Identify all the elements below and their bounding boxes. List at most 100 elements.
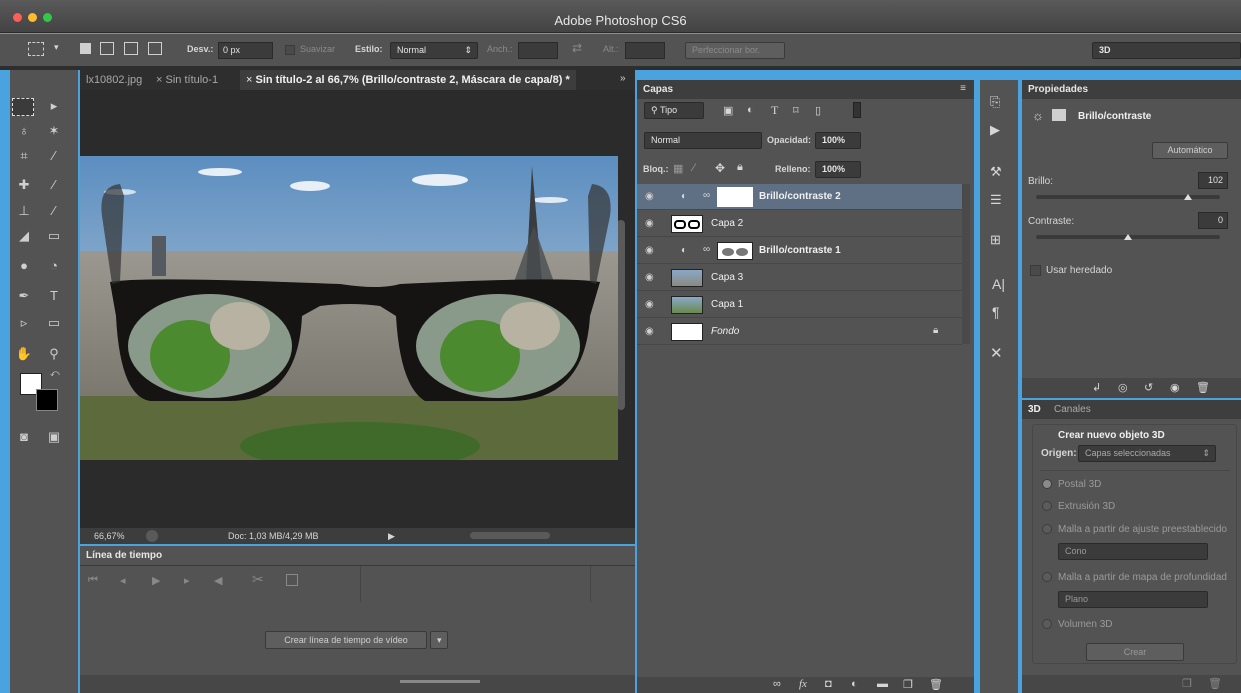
brightness-slider-thumb[interactable]	[1184, 194, 1192, 200]
fill-input[interactable]: 100%	[815, 161, 861, 178]
brightness-input[interactable]: 102	[1198, 172, 1228, 189]
preset-select[interactable]: Cono	[1058, 543, 1208, 560]
mask-icon[interactable]	[1052, 109, 1066, 121]
new-adjustment-icon[interactable]: ◐	[851, 678, 858, 690]
tab-close-icon[interactable]: ×	[246, 74, 252, 86]
width-input[interactable]	[518, 42, 558, 59]
tab-close-icon[interactable]: ×	[156, 74, 162, 86]
layer-name[interactable]: Capa 1	[711, 299, 743, 310]
tab-sin-titulo-1[interactable]: × Sin título-1	[150, 70, 224, 90]
layer-row-capa-3[interactable]: ◉ Capa 3	[637, 265, 962, 291]
link-layers-icon[interactable]: ∞	[773, 678, 781, 690]
zoom-level[interactable]: 66,67%	[94, 528, 125, 544]
fx-icon[interactable]: fx	[799, 678, 807, 690]
visibility-eye-icon[interactable]: ◉	[645, 191, 657, 203]
visibility-eye-icon[interactable]: ◉	[645, 326, 657, 338]
horizontal-scrollbar[interactable]	[470, 532, 550, 539]
first-frame-icon[interactable]: ⏮	[88, 574, 98, 587]
add-selection-icon[interactable]	[100, 42, 114, 55]
layer-name[interactable]: Fondo	[711, 326, 739, 337]
marquee-preset-icon[interactable]	[28, 42, 44, 56]
tab-3d[interactable]: 3D	[1028, 404, 1041, 415]
lasso-tool-icon[interactable]: ♁	[12, 120, 36, 142]
visibility-eye-icon[interactable]: ◉	[645, 245, 657, 257]
reset-icon[interactable]: ↺	[1144, 381, 1153, 394]
option-preset-mesh-radio[interactable]	[1042, 524, 1052, 534]
contrast-slider-thumb[interactable]	[1124, 234, 1132, 240]
transition-icon[interactable]	[286, 574, 298, 586]
layer-name[interactable]: Capa 2	[711, 218, 743, 229]
status-info-icon[interactable]	[146, 530, 158, 542]
workspace-select[interactable]: 3D	[1092, 42, 1241, 59]
tab-canales[interactable]: Canales	[1054, 404, 1091, 415]
layer-mask-thumbnail[interactable]	[717, 242, 753, 260]
healing-brush-icon[interactable]: ✚	[12, 174, 36, 196]
actions-icon[interactable]: ▶	[990, 122, 1000, 138]
blur-tool-icon[interactable]: ●	[12, 255, 36, 277]
type-tool-icon[interactable]: T	[42, 285, 66, 307]
swap-icon[interactable]: ⇄	[572, 41, 582, 55]
layer-row-fondo[interactable]: ◉ Fondo 🔒︎	[637, 319, 962, 345]
new-layer-icon[interactable]: ❐	[903, 678, 913, 691]
tab-sin-titulo-2[interactable]: × Sin título-2 al 66,7% (Brillo/contrast…	[240, 70, 576, 90]
status-menu-arrow-icon[interactable]: ▶	[388, 528, 395, 544]
layers-tab[interactable]: Capas	[637, 80, 974, 99]
history-brush-icon[interactable]: ⁄	[42, 200, 66, 222]
layer-row-capa-1[interactable]: ◉ Capa 1	[637, 292, 962, 318]
gradient-tool-icon[interactable]: ▭	[42, 225, 66, 247]
brush-tool-icon[interactable]: ⁄	[42, 174, 66, 196]
background-color-swatch[interactable]	[36, 389, 58, 411]
intersect-selection-icon[interactable]	[148, 42, 162, 55]
brush-presets-icon[interactable]: ⚒	[990, 164, 1002, 180]
panel-menu-icon[interactable]: ≡	[960, 83, 966, 94]
play-icon[interactable]: ▶	[152, 574, 160, 587]
hand-tool-icon[interactable]: ✋	[12, 343, 36, 365]
opacity-input[interactable]: 100%	[815, 132, 861, 149]
stamp-tool-icon[interactable]: ⊥	[12, 200, 36, 222]
document-canvas-image[interactable]	[80, 156, 618, 460]
prev-frame-icon[interactable]: ◂	[120, 574, 126, 587]
clip-icon[interactable]: ↲	[1092, 381, 1101, 394]
lock-transparent-icon[interactable]: ▦	[673, 162, 683, 175]
depth-select[interactable]: Plano	[1058, 591, 1208, 608]
zoom-tool-icon[interactable]: ⚲	[42, 343, 66, 365]
marquee-tool-icon[interactable]	[12, 98, 34, 116]
layer-row-capa-2[interactable]: ◉ Capa 2	[637, 211, 962, 237]
refine-edge-button[interactable]: Perfeccionar bor.	[685, 42, 785, 59]
visibility-eye-icon[interactable]: ◉	[645, 299, 657, 311]
filter-pixel-icon[interactable]: ▣	[723, 104, 733, 117]
feather-input[interactable]: 0 px	[218, 42, 273, 59]
properties-tab[interactable]: Propiedades	[1022, 80, 1241, 99]
lock-position-icon[interactable]: ✥	[715, 161, 725, 175]
trash-icon[interactable]: 🗑︎	[1208, 677, 1222, 690]
option-volume-radio[interactable]	[1042, 619, 1052, 629]
crop-tool-icon[interactable]: ⌗	[12, 145, 36, 167]
lock-all-icon[interactable]: 🔒︎	[737, 161, 743, 174]
add-mask-icon[interactable]: ◘	[825, 678, 832, 690]
create-video-timeline-button[interactable]: Crear línea de tiempo de vídeo	[265, 631, 427, 649]
eraser-tool-icon[interactable]: ◢	[12, 225, 36, 247]
magic-wand-icon[interactable]: ✶	[42, 120, 66, 142]
origin-select[interactable]: Capas seleccionadas ⇕	[1078, 445, 1216, 462]
create-3d-button[interactable]: Crear	[1086, 643, 1184, 661]
antialias-checkbox[interactable]	[285, 45, 295, 55]
path-selection-icon[interactable]: ▹	[12, 312, 36, 334]
history-icon[interactable]: ⎘	[990, 94, 1000, 110]
layer-row-brillo-contraste-2[interactable]: ◉ ◐ ∞ Brillo/contraste 2	[637, 184, 962, 210]
paragraph-icon[interactable]: ¶	[992, 304, 1000, 320]
tabs-overflow-icon[interactable]: »	[620, 73, 626, 84]
screen-mode-icon[interactable]: ▣	[42, 426, 66, 448]
filter-toggle[interactable]	[853, 102, 861, 118]
visibility-eye-icon[interactable]: ◉	[645, 272, 657, 284]
brightness-slider[interactable]	[1036, 195, 1220, 199]
subtract-selection-icon[interactable]	[124, 42, 138, 55]
tool-presets-icon[interactable]: ✕	[990, 344, 1003, 362]
move-tool-icon[interactable]: ▸	[42, 95, 66, 117]
layer-filter-select[interactable]: ⚲ Tipo	[644, 102, 704, 119]
new-group-icon[interactable]: ▬	[877, 678, 888, 690]
view-previous-icon[interactable]: ◎	[1118, 381, 1128, 394]
height-input[interactable]	[625, 42, 665, 59]
layer-name[interactable]: Brillo/contraste 1	[759, 245, 841, 256]
lock-pixels-icon[interactable]: ⁄	[693, 162, 695, 174]
visibility-icon[interactable]: ◉	[1170, 381, 1180, 394]
